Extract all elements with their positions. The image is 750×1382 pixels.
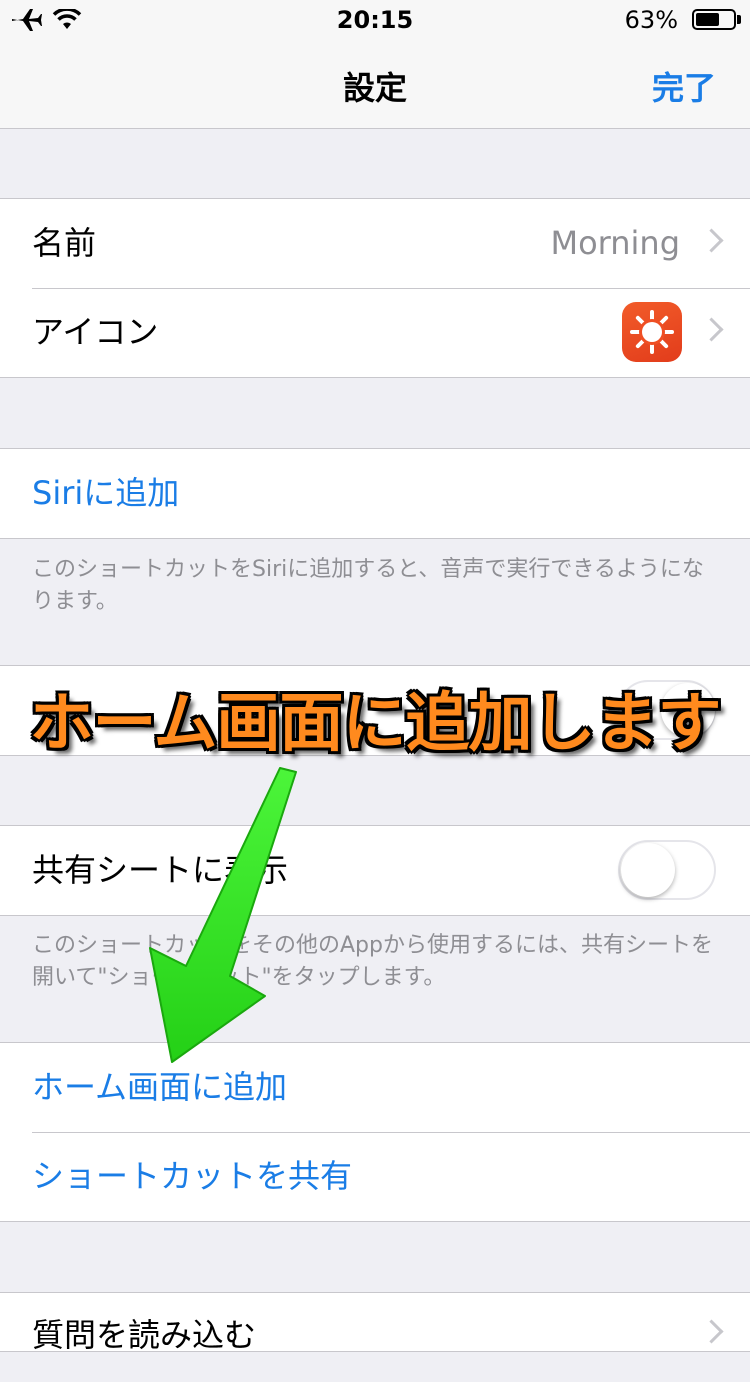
annotation-text: ホーム画面に追加します: [29, 687, 721, 761]
green-arrow-annotation: [149, 767, 297, 1063]
